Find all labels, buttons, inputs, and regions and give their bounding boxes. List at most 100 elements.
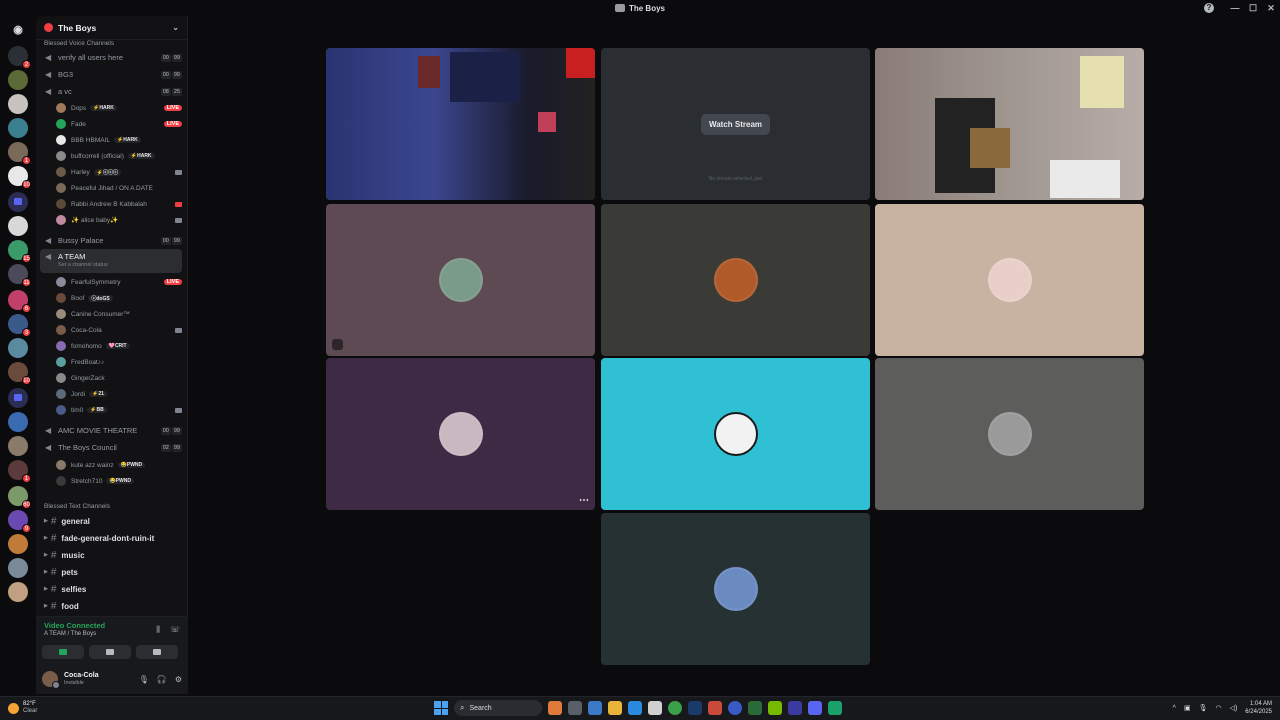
voice-channel[interactable]: ◀ Bussy Palace 00 99 xyxy=(40,233,182,248)
app-icon[interactable] xyxy=(748,701,762,715)
voice-user[interactable]: BBB HBMAIL ⚡HARK xyxy=(56,133,182,147)
activities-button[interactable] xyxy=(136,645,178,659)
server-icon[interactable] xyxy=(8,118,28,138)
store-icon[interactable] xyxy=(648,701,662,715)
maximize-button[interactable]: ☐ xyxy=(1244,3,1262,14)
connection-status[interactable]: Video Connected xyxy=(44,621,105,630)
file-explorer-icon[interactable] xyxy=(608,701,622,715)
voice-category-label[interactable]: Blessed Voice Channels xyxy=(44,40,114,47)
close-button[interactable]: ✕ xyxy=(1262,3,1280,14)
voice-user[interactable]: Jordi ⚡21 xyxy=(56,387,182,401)
app-icon[interactable] xyxy=(548,701,562,715)
nvidia-icon[interactable] xyxy=(768,701,782,715)
chrome-icon[interactable] xyxy=(668,701,682,715)
server-icon[interactable]: 2 xyxy=(8,46,31,69)
voice-user[interactable]: Harley ⚡ⓒⓒⓒ xyxy=(56,165,182,179)
text-channel[interactable]: ▶ # music xyxy=(40,547,182,563)
voice-user[interactable]: ✨ alice baby✨ xyxy=(56,213,182,227)
discord-icon[interactable] xyxy=(808,701,822,715)
avatar[interactable] xyxy=(42,671,60,689)
stream-tile[interactable]: Watch Stream No stream selected, just xyxy=(601,48,870,200)
server-icon[interactable] xyxy=(8,216,28,236)
voice-user[interactable]: Canine Consumer™ xyxy=(56,307,182,321)
task-view-icon[interactable] xyxy=(568,701,582,715)
participant-tile[interactable] xyxy=(875,204,1144,356)
connection-location[interactable]: A TEAM / The Boys xyxy=(44,631,96,637)
text-channel[interactable]: ▶ # general xyxy=(40,513,182,529)
voice-user[interactable]: GingerZack xyxy=(56,371,182,385)
participant-tile[interactable]: ⋯ xyxy=(326,358,595,510)
participant-tile[interactable] xyxy=(326,204,595,356)
microphone-icon[interactable]: 🎙 xyxy=(1199,704,1208,712)
screen-share-button[interactable] xyxy=(89,645,131,659)
channel-status[interactable]: Set a channel status xyxy=(58,262,108,268)
microphone-icon[interactable]: 🎙 xyxy=(139,675,149,684)
server-icon[interactable]: 1 xyxy=(8,460,31,483)
minimize-button[interactable]: — xyxy=(1226,3,1244,13)
windows-start-icon[interactable] xyxy=(434,701,448,715)
server-icon[interactable]: 11 xyxy=(8,264,31,287)
volume-icon[interactable]: ◁) xyxy=(1230,704,1238,712)
server-header[interactable]: The Boys ⌄ xyxy=(36,16,187,40)
server-icon[interactable]: 10 xyxy=(8,166,31,189)
server-icon[interactable] xyxy=(8,582,28,602)
server-icon[interactable]: 10 xyxy=(8,362,31,385)
watch-stream-button[interactable]: Watch Stream xyxy=(700,113,771,135)
voice-user[interactable]: Coca-Cola xyxy=(56,323,182,337)
participant-tile[interactable] xyxy=(601,513,870,665)
direct-messages-icon[interactable]: ◉ xyxy=(8,20,28,40)
text-category-label[interactable]: Blessed Text Channels xyxy=(44,503,110,510)
server-icon[interactable] xyxy=(8,94,28,114)
video-tile[interactable] xyxy=(875,48,1144,200)
app-icon[interactable] xyxy=(728,701,742,715)
server-icon[interactable]: 15 xyxy=(8,240,31,263)
gear-icon[interactable]: ⚙ xyxy=(175,675,182,684)
voice-user[interactable]: FearfulSymmetry LIVE xyxy=(56,275,182,289)
participant-tile[interactable] xyxy=(601,204,870,356)
taskbar-search[interactable]: ⌕ Search xyxy=(454,700,542,716)
copilot-icon[interactable] xyxy=(588,701,602,715)
noise-suppression-icon[interactable]: ⫼ xyxy=(156,625,160,635)
help-icon[interactable]: ? xyxy=(1204,3,1214,13)
video-tile[interactable] xyxy=(326,48,595,200)
app-icon[interactable] xyxy=(708,701,722,715)
chevron-up-icon[interactable]: ^ xyxy=(1173,705,1176,712)
voice-channel[interactable]: ◀ AMC MOVIE THEATRE 00 99 xyxy=(40,423,182,438)
more-options-icon[interactable]: ⋯ xyxy=(579,495,589,506)
server-icon[interactable]: 9 xyxy=(8,510,31,533)
steam-icon[interactable] xyxy=(688,701,702,715)
app-tray-icon[interactable]: ▣ xyxy=(1184,704,1191,712)
voice-user[interactable]: kute azz wainz 😂PWND xyxy=(56,458,182,472)
camera-button[interactable] xyxy=(42,645,84,659)
voice-user[interactable]: buffcorrell (official) ⚡HARK xyxy=(56,149,182,163)
text-channel[interactable]: ▶ # fade-general-dont-ruin-it xyxy=(40,530,182,546)
voice-user[interactable]: fomohomo 🩷CRIT xyxy=(56,339,182,353)
server-icon[interactable]: 60 xyxy=(8,486,31,509)
wifi-icon[interactable]: ◠ xyxy=(1215,704,1221,712)
text-channel[interactable]: ▶ # pets xyxy=(40,564,182,580)
voice-user[interactable]: Rabbi Andrew B Kabbalah xyxy=(56,197,182,211)
server-icon[interactable] xyxy=(8,436,28,456)
server-icon[interactable] xyxy=(8,558,28,578)
voice-channel[interactable]: ◀ The Boys Council 02 99 xyxy=(40,440,182,455)
voice-channel-active[interactable]: ◀ A TEAM Set a channel status xyxy=(40,249,182,273)
participant-tile-speaking[interactable] xyxy=(601,358,870,510)
server-icon[interactable] xyxy=(8,534,28,554)
headphones-icon[interactable]: 🎧 xyxy=(157,675,167,684)
disconnect-icon[interactable]: ☏ xyxy=(170,625,180,635)
text-channel[interactable]: ▶ # selfies xyxy=(40,581,182,597)
participant-tile[interactable] xyxy=(875,358,1144,510)
voice-user[interactable]: Fade LIVE xyxy=(56,117,182,131)
server-icon[interactable] xyxy=(8,70,28,90)
voice-channel[interactable]: ◀ verify all users here 00 99 xyxy=(40,50,182,65)
edge-icon[interactable] xyxy=(628,701,642,715)
app-icon[interactable] xyxy=(788,701,802,715)
clock[interactable]: 1:04 AM 6/24/2025 xyxy=(1245,700,1272,716)
server-icon[interactable]: 3 xyxy=(8,314,31,337)
voice-channel[interactable]: ◀ a vc 08 25 xyxy=(40,84,182,99)
voice-user[interactable]: Stretch710 😂PWND xyxy=(56,474,182,488)
server-icon[interactable]: 1 xyxy=(8,142,31,165)
server-icon[interactable] xyxy=(8,412,28,432)
server-icon[interactable] xyxy=(8,338,28,358)
voice-user[interactable]: tim0 ⚡BB xyxy=(56,403,182,417)
